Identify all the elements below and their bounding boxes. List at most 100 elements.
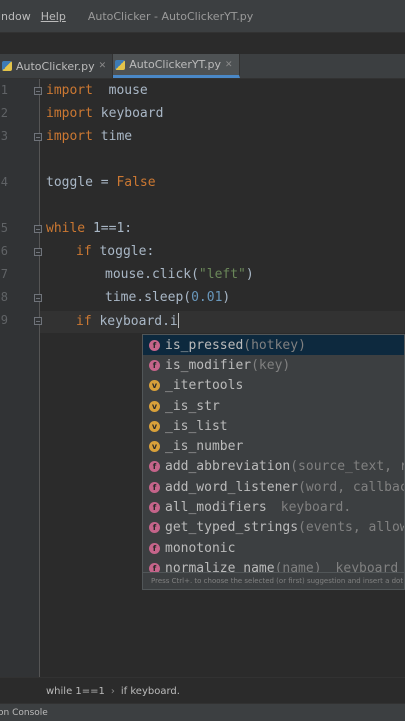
line-number-gutter: 1 2 3 4 5 6 7 8 9: [0, 79, 42, 677]
completion-item[interactable]: f get_typed_strings (events, allow_: [143, 518, 404, 538]
keyword: import: [46, 106, 93, 121]
breadcrumb-item-while[interactable]: while 1==1: [46, 686, 105, 697]
code-line-7: while 1==1:: [46, 221, 132, 236]
python-console-tab[interactable]: on Console: [0, 708, 48, 718]
line-number: 6: [0, 244, 8, 258]
window-title: AutoClicker - AutoClickerYT.py: [87, 9, 254, 23]
fold-icon[interactable]: [34, 133, 42, 141]
line-number: 9: [0, 313, 8, 327]
code-line-11: if keyboard.i: [76, 313, 179, 329]
fold-icon[interactable]: [34, 87, 42, 95]
code-text: time.sleep(: [105, 290, 192, 305]
line-number: 8: [0, 290, 8, 304]
line-number: 2: [0, 106, 8, 120]
tab-autoclicker[interactable]: AutoClicker.py ✕: [0, 54, 114, 78]
code-line-10: time.sleep(0.01): [105, 290, 230, 305]
python-file-icon: [2, 61, 12, 71]
code-text: ): [245, 267, 254, 282]
completion-params: (events, allow_: [298, 520, 405, 536]
keyword: import: [46, 83, 93, 98]
fold-icon[interactable]: [34, 294, 42, 302]
completion-item[interactable]: f is_pressed (hotkey): [143, 335, 404, 356]
code-line-8: if toggle:: [76, 244, 154, 259]
tab-label: AutoClicker.py: [16, 59, 95, 73]
completion-params: (hotkey): [243, 337, 306, 353]
keyword: if: [76, 244, 92, 259]
function-icon: f: [149, 502, 160, 514]
completion-name: is_modifier: [165, 357, 252, 373]
completion-params: (source_text, re: [290, 459, 405, 475]
completion-name: all_modifiers: [165, 500, 267, 516]
code-text: mouse: [92, 83, 148, 98]
variable-icon: v: [149, 420, 160, 432]
completion-item[interactable]: v _is_list: [143, 416, 404, 436]
completion-item[interactable]: f all_modifiers keyboard.: [143, 497, 404, 517]
completion-name: _itertools: [165, 378, 244, 394]
line-number: 4: [0, 175, 8, 189]
line-number: 1: [0, 83, 8, 97]
function-icon: f: [149, 359, 160, 371]
code-text: 1==1:: [85, 221, 133, 236]
code-text: mouse.click(: [105, 267, 199, 282]
code-text: toggle:: [91, 244, 155, 259]
function-icon: f: [149, 542, 160, 554]
code-line-3: import time: [46, 129, 132, 144]
fold-icon[interactable]: [34, 225, 42, 233]
completion-name: add_word_listener: [165, 479, 299, 495]
code-text: ): [222, 290, 231, 305]
keyword: False: [116, 175, 156, 190]
completion-params: (key): [251, 357, 291, 373]
line-number: 3: [0, 129, 8, 143]
autocomplete-hint: Press Ctrl+. to choose the selected (or …: [143, 572, 404, 589]
tab-autoclickeryt[interactable]: AutoClickerYT.py ✕: [113, 54, 240, 78]
fold-icon[interactable]: [34, 248, 42, 256]
number-literal: 0.01: [191, 290, 223, 305]
title-bar: indow Help AutoClicker - AutoClickerYT.p…: [0, 0, 405, 33]
variable-icon: v: [149, 441, 160, 453]
completion-name: add_abbreviation: [165, 459, 291, 475]
completion-item[interactable]: f monotonic: [143, 538, 404, 558]
code-line-1: import mouse: [46, 83, 148, 98]
menu-help[interactable]: Help: [41, 10, 66, 23]
completion-name: is_pressed: [165, 337, 244, 353]
menu-help-label: Help: [40, 9, 66, 23]
breadcrumb-separator: ›: [110, 685, 115, 697]
completion-params: (word, callback: [298, 479, 405, 495]
breadcrumb: while 1==1 › if keyboard.: [0, 677, 405, 704]
completion-name: monotonic: [165, 540, 236, 556]
completion-item[interactable]: v _is_number: [143, 436, 404, 456]
completion-item[interactable]: f add_abbreviation (source_text, re: [143, 457, 404, 477]
completion-name: _is_str: [165, 398, 220, 414]
completion-name: _is_list: [165, 418, 228, 434]
completion-item[interactable]: f is_modifier (key): [143, 355, 404, 375]
tab-label: AutoClickerYT.py: [129, 58, 221, 71]
function-icon: f: [149, 461, 160, 473]
close-icon[interactable]: ✕: [225, 60, 233, 70]
line-number: 5: [0, 221, 8, 235]
completion-name: _is_number: [165, 439, 244, 455]
code-text: keyboard: [92, 106, 164, 121]
status-bar: on Console: [0, 703, 405, 721]
completion-item[interactable]: v _itertools: [143, 376, 404, 396]
keyword: import: [46, 129, 93, 144]
function-icon: f: [149, 522, 160, 534]
fold-icon[interactable]: [34, 317, 42, 325]
text-caret: [177, 313, 179, 328]
menu-window[interactable]: indow: [0, 10, 31, 23]
editor-tab-bar: AutoClicker.py ✕ AutoClickerYT.py ✕: [0, 54, 405, 79]
keyword: if: [76, 314, 92, 329]
completion-item[interactable]: v _is_str: [143, 396, 404, 416]
function-icon: f: [149, 481, 160, 493]
string-literal: "left": [198, 267, 246, 282]
close-icon[interactable]: ✕: [99, 61, 107, 71]
variable-icon: v: [149, 400, 160, 412]
completion-item[interactable]: f add_word_listener (word, callback: [143, 477, 404, 497]
code-text: keyboard.i: [91, 314, 178, 329]
python-file-icon: [115, 59, 126, 70]
line-number: 7: [0, 267, 8, 281]
code-line-2: import keyboard: [46, 106, 163, 121]
completion-source: keyboard.: [280, 500, 352, 516]
completion-name: get_typed_strings: [165, 520, 299, 536]
code-line-5: toggle = False: [46, 175, 156, 190]
breadcrumb-item-if[interactable]: if keyboard.: [121, 686, 180, 697]
